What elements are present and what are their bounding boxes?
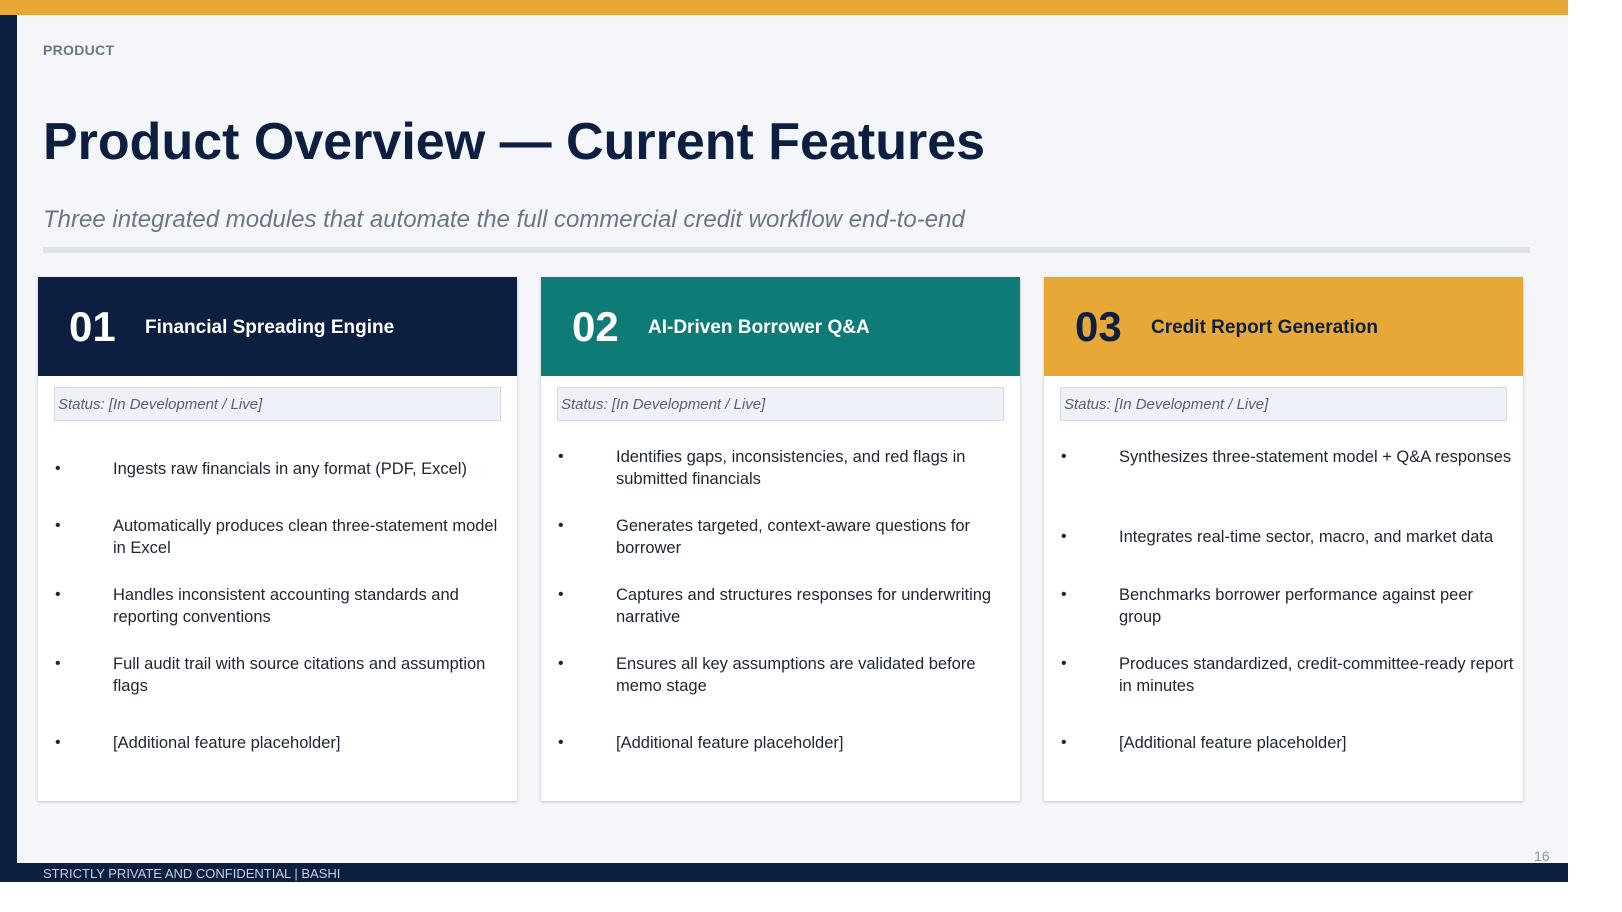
bullet-icon: •: [55, 460, 61, 477]
bullet-icon: •: [55, 517, 61, 534]
top-accent-bar: [0, 0, 1568, 15]
list-item-text: Produces standardized, credit-committee-…: [1119, 655, 1514, 695]
card-title: AI-Driven Borrower Q&A: [648, 317, 870, 338]
page-number: 16: [1534, 848, 1550, 864]
slide: PRODUCT Product Overview — Current Featu…: [0, 0, 1568, 882]
section-tag: PRODUCT: [43, 42, 115, 58]
bullet-icon: •: [558, 734, 564, 751]
list-item-text: Captures and structures responses for un…: [616, 586, 992, 626]
bullet-icon: •: [1061, 586, 1067, 603]
card-number: 03: [1075, 303, 1122, 350]
bullet-icon: •: [55, 734, 61, 751]
card-title: Financial Spreading Engine: [145, 317, 395, 338]
card-number: 02: [572, 303, 619, 350]
bullet-icon: •: [1061, 528, 1067, 545]
bullet-icon: •: [55, 655, 61, 672]
card-header: 01 Financial Spreading Engine: [38, 277, 517, 376]
status-field: Status: [In Development / Live]: [54, 387, 501, 421]
list-item-text: Automatically produces clean three-state…: [113, 517, 498, 557]
list-item-text: Generates targeted, context-aware questi…: [616, 517, 971, 557]
list-item-text: [Additional feature placeholder]: [616, 734, 844, 752]
list-item-text: Synthesizes three-statement model + Q&A …: [1119, 448, 1512, 466]
list-item-text: Ensures all key assumptions are validate…: [616, 655, 976, 695]
list-item-text: Handles inconsistent accounting standard…: [113, 586, 459, 626]
bullet-icon: •: [558, 448, 564, 465]
list-item-text: Full audit trail with source citations a…: [113, 655, 486, 695]
list-item-text: Integrates real-time sector, macro, and …: [1119, 528, 1494, 546]
left-accent-bar: [0, 15, 17, 882]
page-subtitle: Three integrated modules that automate t…: [43, 206, 965, 233]
footer-bar: STRICTLY PRIVATE AND CONFIDENTIAL | BASH…: [0, 863, 1568, 882]
card-header: 03 Credit Report Generation: [1044, 277, 1523, 376]
card-number: 01: [69, 303, 116, 350]
divider: [43, 247, 1530, 253]
card-title: Credit Report Generation: [1151, 317, 1378, 338]
feature-card-02: 02 AI-Driven Borrower Q&A Status: [In De…: [541, 277, 1020, 801]
bullet-icon: •: [558, 655, 564, 672]
bullet-icon: •: [1061, 655, 1067, 672]
feature-card-01: 01 Financial Spreading Engine Status: [I…: [38, 277, 517, 801]
list-item-text: [Additional feature placeholder]: [113, 734, 341, 752]
feature-card-03: 03 Credit Report Generation Status: [In …: [1044, 277, 1523, 801]
status-field: Status: [In Development / Live]: [557, 387, 1004, 421]
list-item-text: Identifies gaps, inconsistencies, and re…: [616, 448, 966, 488]
list-item-text: Ingests raw financials in any format (PD…: [113, 460, 467, 478]
status-field: Status: [In Development / Live]: [1060, 387, 1507, 421]
bullet-icon: •: [558, 586, 564, 603]
bullet-icon: •: [55, 586, 61, 603]
bullet-icon: •: [1061, 734, 1067, 751]
card-header: 02 AI-Driven Borrower Q&A: [541, 277, 1020, 376]
list-item-text: [Additional feature placeholder]: [1119, 734, 1347, 752]
list-item-text: Benchmarks borrower performance against …: [1119, 586, 1474, 626]
bullet-icon: •: [1061, 448, 1067, 465]
page-title: Product Overview — Current Features: [43, 113, 986, 171]
bullet-icon: •: [558, 517, 564, 534]
footer-text: STRICTLY PRIVATE AND CONFIDENTIAL | BASH…: [43, 866, 341, 881]
